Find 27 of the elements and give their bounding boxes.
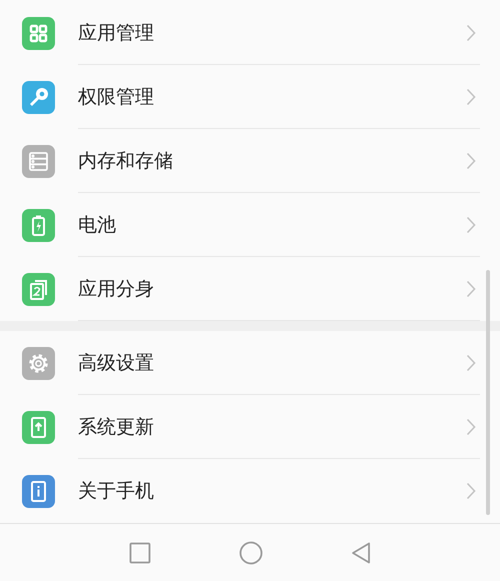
chevron-right-icon: [466, 152, 476, 170]
chevron-right-icon: [466, 482, 476, 500]
chevron-right-icon: [466, 418, 476, 436]
settings-item[interactable]: 系统更新: [0, 395, 500, 459]
home-icon[interactable]: [239, 540, 263, 564]
chevron-right-icon: [466, 88, 476, 106]
item-label: 关于手机: [78, 479, 155, 504]
item-label: 高级设置: [78, 351, 155, 376]
item-label: 权限管理: [78, 85, 155, 110]
chevron-right-icon: [466, 216, 476, 234]
chevron-right-icon: [466, 24, 476, 42]
chevron-right-icon: [466, 280, 476, 298]
settings-item[interactable]: 应用分身: [0, 257, 500, 321]
settings-item[interactable]: 电池: [0, 193, 500, 257]
settings-item[interactable]: 应用管理: [0, 1, 500, 65]
settings-item[interactable]: 关于手机: [0, 459, 500, 523]
item-label: 内存和存储: [78, 149, 174, 174]
item-label: 系统更新: [78, 415, 155, 440]
chevron-right-icon: [466, 354, 476, 372]
item-label: 应用分身: [78, 277, 155, 302]
settings-item[interactable]: 内存和存储: [0, 129, 500, 193]
back-icon[interactable]: [351, 542, 371, 564]
recent-apps-icon[interactable]: [129, 542, 151, 564]
settings-item[interactable]: 高级设置: [0, 331, 500, 395]
settings-item[interactable]: 权限管理: [0, 65, 500, 129]
item-label: 电池: [78, 213, 117, 238]
item-label: 应用管理: [78, 21, 155, 46]
